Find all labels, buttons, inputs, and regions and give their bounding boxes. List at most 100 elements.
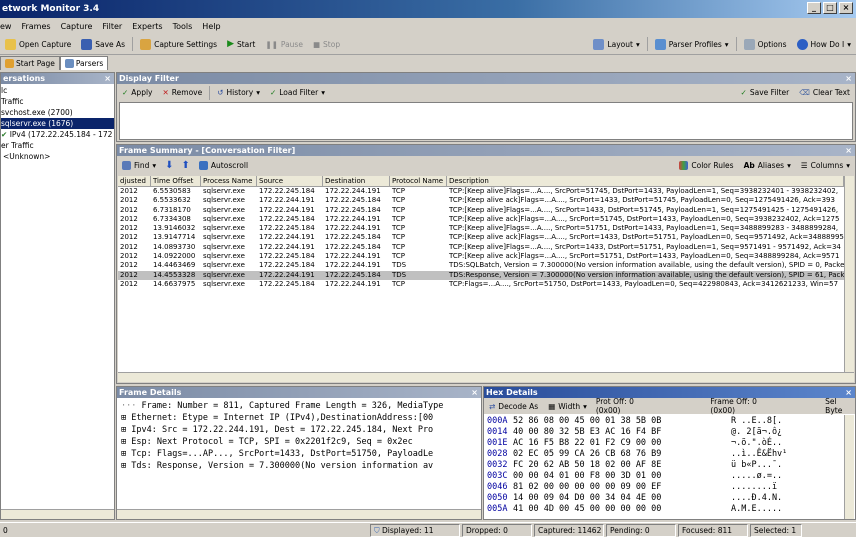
aliases-button[interactable]: Ab Aliases ▾ <box>739 161 796 170</box>
vertical-scrollbar[interactable] <box>844 176 854 372</box>
table-cell: sqlservr.exe <box>203 214 245 223</box>
maximize-button[interactable]: □ <box>823 2 837 14</box>
tab-parsers[interactable]: Parsers <box>59 56 109 70</box>
menu-view[interactable]: ew <box>0 22 16 31</box>
apply-filter-button[interactable]: ✓ Apply <box>117 88 157 97</box>
tree-node[interactable]: svchost.exe (2700) <box>1 107 114 118</box>
hex-row[interactable]: 000A 52 86 08 00 45 00 01 38 5B 0B R ..E..… <box>487 416 839 427</box>
close-icon[interactable]: × <box>845 145 852 156</box>
column-header[interactable]: djusted <box>118 176 151 186</box>
table-row[interactable]: 2012 13.9147714 sqlservr.exe 172.22.244.191… <box>118 233 844 242</box>
expand-icon[interactable]: ⊞ <box>121 425 126 435</box>
close-icon[interactable]: × <box>104 73 111 84</box>
column-header[interactable]: Description <box>447 176 844 186</box>
table-cell: 6.7334308 <box>153 214 191 223</box>
layout-button[interactable]: Layout ▾ <box>588 38 644 50</box>
autoscroll-button[interactable]: Autoscroll <box>194 161 253 170</box>
open-capture-button[interactable]: Open Capture <box>0 38 76 50</box>
tree-node[interactable]: ⊞ Esp: Next Protocol = TCP, SPI = 0x2201… <box>121 436 479 448</box>
horizontal-scrollbar[interactable] <box>117 509 481 519</box>
tree-node[interactable]: lc <box>1 85 114 96</box>
start-button[interactable]: ▶ Start <box>222 39 260 49</box>
table-cell: 2012 <box>120 214 138 223</box>
column-header[interactable]: Process Name <box>201 176 257 186</box>
capture-settings-button[interactable]: Capture Settings <box>135 38 222 50</box>
tab-start-page[interactable]: Start Page <box>0 56 60 70</box>
columns-button[interactable]: ☰ Columns ▾ <box>796 161 855 170</box>
expand-icon[interactable]: ⊞ <box>121 461 126 471</box>
arrow-down-icon[interactable]: ⬇ <box>161 160 177 171</box>
expand-icon[interactable]: ⊞ <box>121 449 126 459</box>
tree-node[interactable]: ··· Frame: Number = 811, Captured Frame … <box>121 400 479 412</box>
tree-node[interactable]: ⊞ Ethernet: Etype = Internet IP (IPv4),D… <box>121 412 479 424</box>
table-row[interactable]: 2012 14.4463469 sqlservr.exe 172.22.245.184… <box>118 261 844 270</box>
close-icon[interactable]: × <box>471 387 478 398</box>
history-button[interactable]: ↺ History ▾ <box>212 88 265 97</box>
hex-row[interactable]: 0028 02 EC 05 99 CA 26 CB 68 76 B9 ..ì..Ê&… <box>487 449 839 460</box>
column-header[interactable]: Destination <box>323 176 390 186</box>
tree-node[interactable]: ⊞ Tcp: Flags=...AP..., SrcPort=1433, Dst… <box>121 448 479 460</box>
tree-node[interactable]: er Traffic <box>1 140 114 151</box>
table-row[interactable]: 2012 14.6637975 sqlservr.exe 172.22.245.184… <box>118 280 844 289</box>
expand-icon[interactable]: ⊞ <box>121 413 126 423</box>
table-row[interactable]: 2012 6.5530583 sqlservr.exe 172.22.245.184 1… <box>118 187 844 196</box>
stop-button[interactable]: ■ Stop <box>308 40 345 49</box>
column-header[interactable]: Time Offset <box>151 176 201 186</box>
parser-profiles-button[interactable]: Parser Profiles ▾ <box>650 38 734 50</box>
table-cell: TCP <box>392 252 405 261</box>
hex-row[interactable]: 0046 81 02 00 00 00 00 00 09 00 EF.......… <box>487 482 839 493</box>
tree-node[interactable]: <Unknown> <box>1 151 114 162</box>
table-row[interactable]: 2012 14.0922000 sqlservr.exe 172.22.245.184… <box>118 252 844 261</box>
tree-node[interactable]: ⊞ Ipv4: Src = 172.22.244.191, Dest = 172… <box>121 424 479 436</box>
options-button[interactable]: Options <box>739 38 792 50</box>
save-as-button[interactable]: Save As <box>76 38 130 50</box>
horizontal-scrollbar[interactable] <box>118 372 854 382</box>
load-filter-button[interactable]: ✓ Load Filter ▾ <box>265 88 330 97</box>
table-cell: 172.22.245.184 <box>259 187 315 195</box>
column-header[interactable]: Protocol Name <box>390 176 447 186</box>
columns-icon: ☰ <box>800 161 808 170</box>
tree-node[interactable]: Traffic <box>1 96 114 107</box>
hex-row[interactable]: 0050 14 00 09 04 D0 00 34 04 4E 00 ....Ð.4… <box>487 493 839 504</box>
hex-row[interactable]: 0032 FC 20 62 AB 50 18 02 00 AF 8E ü b«P..… <box>487 460 839 471</box>
tree-node[interactable]: ✔ IPv4 (172.22.245.184 - 172 <box>1 129 114 140</box>
how-do-i-button[interactable]: How Do I ▾ <box>792 38 856 50</box>
width-button[interactable]: ▦ Width ▾ <box>543 402 592 411</box>
column-header[interactable]: Source <box>257 176 323 186</box>
filter-text-area[interactable] <box>119 102 853 140</box>
pause-button[interactable]: ❚❚ Pause <box>260 40 308 49</box>
table-row[interactable]: 2012 6.5533632 sqlservr.exe 172.22.244.191 1… <box>118 196 844 205</box>
hex-row[interactable]: 001E AC 16 F5 B8 22 01 F2 C9 00 00 ¬.õ.".ò… <box>487 438 839 449</box>
close-icon[interactable]: × <box>845 387 852 398</box>
menu-tools[interactable]: Tools <box>168 22 198 31</box>
remove-filter-button[interactable]: ✕ Remove <box>157 88 207 97</box>
menu-capture[interactable]: Capture <box>56 22 98 31</box>
menu-experts[interactable]: Experts <box>127 22 167 31</box>
tree-node-selected[interactable]: sqlservr.exe (1676) <box>1 118 114 129</box>
find-button[interactable]: Find ▾ <box>117 161 161 170</box>
table-cell: TDS:SQLBatch, Version = 7.300000(No vers… <box>449 261 844 270</box>
menu-help[interactable]: Help <box>197 22 225 31</box>
table-row-selected[interactable]: 2012 14.4553328 sqlservr.exe 172.22.244.191… <box>118 270 844 280</box>
table-row[interactable]: 2012 13.9146032 sqlservr.exe 172.22.245.184… <box>118 224 844 233</box>
hex-row[interactable]: 0014 40 00 80 32 5B E3 AC 16 F4 BF @. 2[ã¬… <box>487 427 839 438</box>
color-rules-button[interactable]: Color Rules <box>674 161 738 170</box>
hex-row[interactable]: 003C 00 00 04 01 00 F8 00 3D 01 00 .....ø.… <box>487 471 839 482</box>
expand-icon[interactable]: ⊞ <box>121 437 126 447</box>
minimize-button[interactable]: _ <box>807 2 821 14</box>
table-row[interactable]: 2012 14.0893730 sqlservr.exe 172.22.244.191… <box>118 243 844 252</box>
menu-filter[interactable]: Filter <box>97 22 127 31</box>
tree-node[interactable]: ⊞ Tds: Response, Version = 7.300000(No v… <box>121 460 479 472</box>
clear-text-button[interactable]: ⌫ Clear Text <box>794 88 855 97</box>
table-row[interactable]: 2012 6.7334308 sqlservr.exe 172.22.245.184 1… <box>118 215 844 224</box>
close-icon[interactable]: × <box>845 73 852 84</box>
menu-frames[interactable]: Frames <box>16 22 55 31</box>
hex-row[interactable]: 005A 41 00 4D 00 45 00 00 00 00 00 A.M.E..… <box>487 504 839 515</box>
save-filter-button[interactable]: ✓ Save Filter <box>736 88 795 97</box>
vertical-scrollbar[interactable] <box>844 415 854 519</box>
close-button[interactable]: × <box>839 2 853 14</box>
decode-as-button[interactable]: ⇄ Decode As <box>484 402 543 411</box>
horizontal-scrollbar[interactable] <box>1 509 114 519</box>
arrow-up-icon[interactable]: ⬆ <box>178 160 194 171</box>
table-row[interactable]: 2012 6.7318170 sqlservr.exe 172.22.244.191 1… <box>118 206 844 215</box>
